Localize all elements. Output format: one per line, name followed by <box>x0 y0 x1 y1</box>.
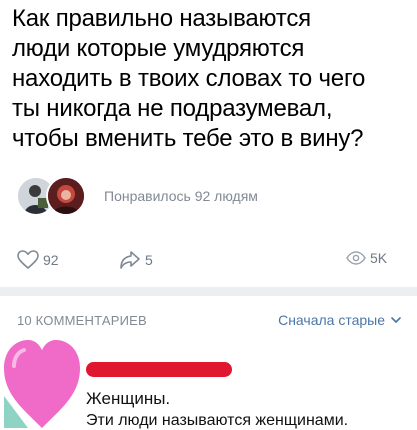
post-actions-bar: 92 5 5K <box>0 246 417 276</box>
comment-text-line: Эти люди называются женщинами. <box>86 412 349 429</box>
share-button[interactable]: 5 <box>119 250 153 270</box>
comments-header: 10 КОММЕНТАРИЕВ Сначала старые <box>0 296 417 340</box>
section-divider <box>0 287 417 296</box>
share-count: 5 <box>145 252 153 268</box>
post-text-line: находить в твоих словах то чего <box>12 65 366 92</box>
avatar-photo-icon <box>48 178 84 214</box>
post-text-line: ты никогда не подразумевал, <box>12 95 333 122</box>
eye-icon <box>346 251 366 265</box>
sort-dropdown[interactable]: Сначала старые <box>278 312 401 328</box>
sort-label: Сначала старые <box>278 312 385 328</box>
post-text-line: Как правильно называются <box>12 5 311 32</box>
post-text-line: чтобы вменить тебе это в вину? <box>12 125 364 152</box>
post-text: Как правильно называются люди которые ум… <box>12 4 412 154</box>
comments-count: 10 КОММЕНТАРИЕВ <box>17 313 147 328</box>
comment-text-line: Женщины. <box>86 389 171 408</box>
heart-sticker-icon <box>4 340 80 428</box>
likers-text[interactable]: Понравилось 92 людям <box>104 188 258 204</box>
redacted-author-name <box>86 362 232 377</box>
views-count: 5K <box>370 250 388 266</box>
like-button[interactable]: 92 <box>17 250 59 270</box>
likers-row[interactable]: Понравилось 92 людям <box>16 176 396 216</box>
heart-outline-icon <box>17 250 39 269</box>
share-arrow-icon <box>120 251 140 269</box>
post-text-line: люди которые умудряются <box>12 35 305 62</box>
like-count: 92 <box>43 252 59 268</box>
chevron-down-icon <box>391 317 401 323</box>
liker-avatar[interactable] <box>46 176 86 216</box>
comment-item: Женщины. Эти люди называются женщинами. <box>0 336 417 429</box>
views-counter: 5K <box>346 250 387 266</box>
